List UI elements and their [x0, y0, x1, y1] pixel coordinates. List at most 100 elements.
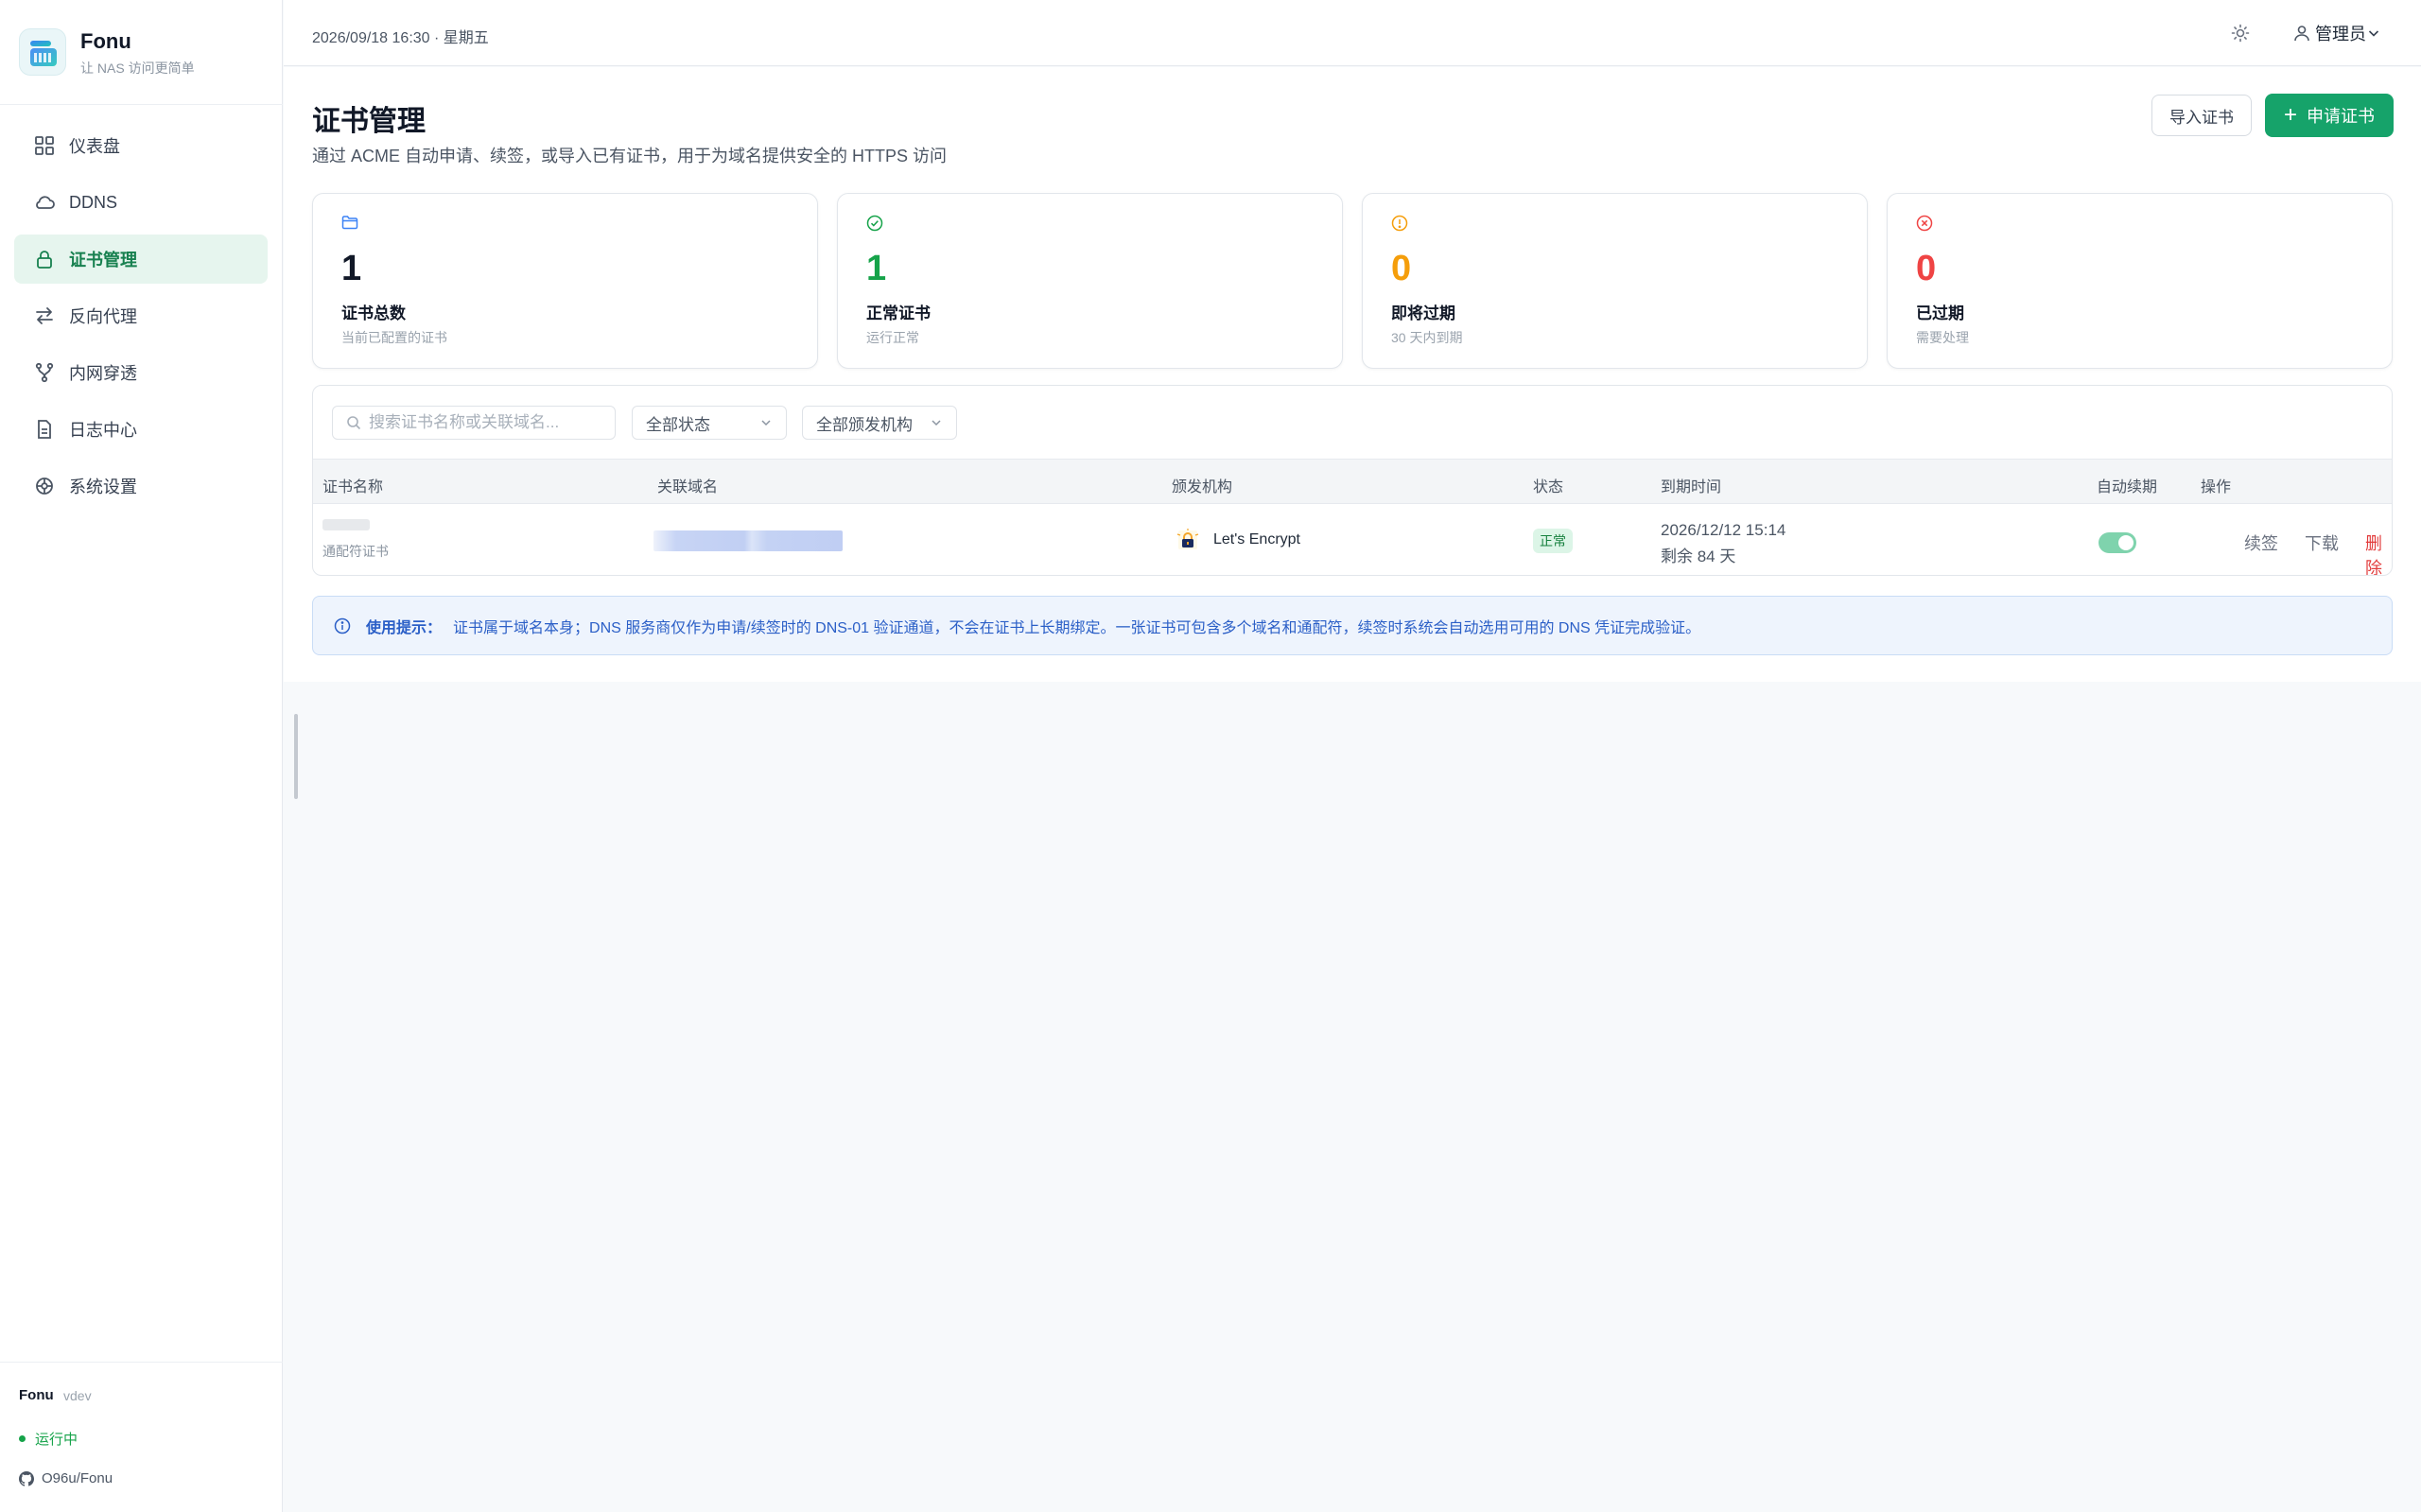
settings-icon — [33, 475, 56, 497]
toggle-knob — [2118, 535, 2134, 550]
stat-value: 1 — [866, 249, 887, 288]
stat-card-expiring: 0 即将过期 30 天内到期 — [1362, 193, 1868, 369]
certificate-table-panel: 全部状态 全部颁发机构 证书名称 关联域名 颁发机构 状态 到期时间 自动续期 … — [312, 385, 2393, 576]
stat-value: 1 — [341, 249, 362, 288]
branch-icon — [33, 361, 56, 384]
tip-title: 使用提示： — [366, 619, 443, 636]
github-icon — [19, 1470, 34, 1486]
sidebar-item-logs[interactable]: 日志中心 — [14, 405, 268, 454]
column-header: 到期时间 — [1661, 479, 1722, 495]
renew-button[interactable]: 续签 — [2244, 530, 2278, 555]
stat-value: 0 — [1391, 249, 1412, 288]
issuer-filter-value: 全部颁发机构 — [816, 415, 913, 434]
stat-value: 0 — [1916, 249, 1937, 288]
page-title: 证书管理 — [312, 106, 426, 137]
main-content: 证书管理 通过 ACME 自动申请、续签，或导入已有证书，用于为域名提供安全的 … — [284, 67, 2421, 682]
search-box[interactable] — [332, 406, 616, 440]
current-datetime: 2026/09/18 16:30 · 星期五 — [312, 30, 489, 46]
table-header: 证书名称 关联域名 颁发机构 状态 到期时间 自动续期 操作 — [313, 459, 2392, 504]
expiry-cell: 2026/12/12 15:14 剩余 84 天 — [1661, 517, 1785, 570]
chevron-down-icon — [761, 420, 771, 426]
sidebar-nav: 仪表盘 DDNS 证书管理 反向代理 内网穿透 日志中心 系统设置 — [14, 121, 268, 518]
footer-version: vdev — [63, 1388, 92, 1403]
lock-icon — [33, 248, 56, 270]
status-filter-select[interactable]: 全部状态 — [632, 406, 787, 440]
repo-link[interactable]: O96u/Fonu — [19, 1470, 113, 1486]
repo-label: O96u/Fonu — [42, 1470, 113, 1486]
certificate-type: 通配符证书 — [322, 544, 389, 559]
certificate-name-redacted — [322, 519, 370, 530]
domain-redacted — [653, 530, 843, 551]
stat-sub: 运行正常 — [866, 330, 919, 345]
auto-renew-toggle[interactable] — [2099, 532, 2136, 553]
stat-label: 即将过期 — [1391, 304, 1455, 322]
delete-button[interactable]: 删除 — [2365, 530, 2392, 575]
stat-label: 已过期 — [1916, 304, 1964, 322]
sidebar-item-tunnel[interactable]: 内网穿透 — [14, 348, 268, 397]
column-header: 颁发机构 — [1172, 479, 1233, 495]
footer-app-name: Fonu — [19, 1387, 54, 1403]
column-header: 状态 — [1533, 479, 1564, 495]
top-bar: 2026/09/18 16:30 · 星期五 管理员 — [284, 0, 2421, 66]
document-icon — [33, 418, 56, 441]
usage-tip: 使用提示： 证书属于域名本身；DNS 服务商仅作为申请/续签时的 DNS-01 … — [312, 596, 2393, 655]
stat-label: 证书总数 — [341, 304, 406, 322]
user-menu-button[interactable]: 管理员 — [2292, 19, 2385, 47]
sidebar-item-settings[interactable]: 系统设置 — [14, 461, 268, 511]
warning-circle-icon — [1391, 215, 1408, 236]
sidebar-item-ddns[interactable]: DDNS — [14, 178, 268, 227]
cloud-icon — [33, 191, 56, 214]
stat-sub: 30 天内到期 — [1391, 330, 1463, 345]
service-status: 运行中 — [19, 1429, 78, 1449]
page-description: 通过 ACME 自动申请、续签，或导入已有证书，用于为域名提供安全的 HTTPS… — [312, 147, 948, 165]
download-button[interactable]: 下载 — [2305, 530, 2339, 555]
sidebar-item-certificates[interactable]: 证书管理 — [14, 235, 268, 284]
sun-icon — [2231, 24, 2250, 43]
expiry-date: 2026/12/12 15:14 — [1661, 521, 1786, 539]
import-certificate-button[interactable]: 导入证书 — [2151, 95, 2252, 136]
apply-certificate-button[interactable]: + 申请证书 — [2265, 94, 2394, 137]
search-icon — [347, 416, 361, 430]
sidebar-item-reverse-proxy[interactable]: 反向代理 — [14, 291, 268, 340]
sidebar-item-label: 证书管理 — [69, 251, 137, 269]
table-row: 通配符证书 Let's Encrypt 正常 2026/12/12 15:14 … — [313, 504, 2392, 575]
column-header: 自动续期 — [2097, 479, 2158, 495]
sidebar-item-label: 内网穿透 — [69, 364, 137, 383]
status-filter-value: 全部状态 — [646, 415, 710, 434]
stat-sub: 当前已配置的证书 — [341, 330, 447, 345]
chevron-down-icon — [932, 420, 941, 426]
column-header: 证书名称 — [322, 479, 384, 495]
sidebar-footer: Fonu vdev 运行中 O96u/Fonu — [0, 1362, 283, 1512]
sidebar: Fonu 让 NAS 访问更简单 仪表盘 DDNS 证书管理 反向代理 内网穿透… — [0, 0, 283, 1512]
sidebar-resize-handle[interactable] — [294, 714, 298, 799]
stat-card-expired: 0 已过期 需要处理 — [1887, 193, 2393, 369]
sidebar-item-label: DDNS — [69, 192, 118, 212]
swap-arrows-icon — [33, 304, 56, 327]
plus-icon: + — [2283, 102, 2297, 128]
search-input[interactable] — [369, 413, 605, 432]
days-remaining: 剩余 84 天 — [1661, 547, 1736, 565]
sidebar-item-dashboard[interactable]: 仪表盘 — [14, 121, 268, 170]
stat-card-normal: 1 正常证书 运行正常 — [837, 193, 1343, 369]
issuer-filter-select[interactable]: 全部颁发机构 — [802, 406, 957, 440]
sidebar-item-label: 日志中心 — [69, 421, 137, 440]
lets-encrypt-logo-icon — [1176, 529, 1199, 549]
theme-toggle-button[interactable] — [2226, 19, 2255, 47]
stats-row: 1 证书总数 当前已配置的证书 1 正常证书 运行正常 0 即将过期 30 天内… — [312, 193, 2393, 369]
brand-header: Fonu 让 NAS 访问更简单 — [0, 0, 283, 105]
chevron-down-icon — [2368, 30, 2379, 37]
dashboard-icon — [33, 134, 56, 157]
status-badge: 正常 — [1533, 529, 1573, 553]
folder-icon — [341, 215, 358, 235]
user-icon — [2294, 26, 2309, 42]
user-name: 管理员 — [2315, 25, 2366, 43]
apply-certificate-label: 申请证书 — [2307, 107, 2375, 126]
stat-label: 正常证书 — [866, 304, 931, 322]
tip-text: 证书属于域名本身；DNS 服务商仅作为申请/续签时的 DNS-01 验证通道，不… — [453, 619, 1701, 636]
column-header: 操作 — [2201, 479, 2232, 495]
check-circle-icon — [866, 215, 883, 236]
brand-name: Fonu — [80, 29, 131, 53]
stat-sub: 需要处理 — [1916, 330, 1969, 345]
x-circle-icon — [1916, 215, 1933, 236]
sidebar-item-label: 反向代理 — [69, 307, 137, 326]
